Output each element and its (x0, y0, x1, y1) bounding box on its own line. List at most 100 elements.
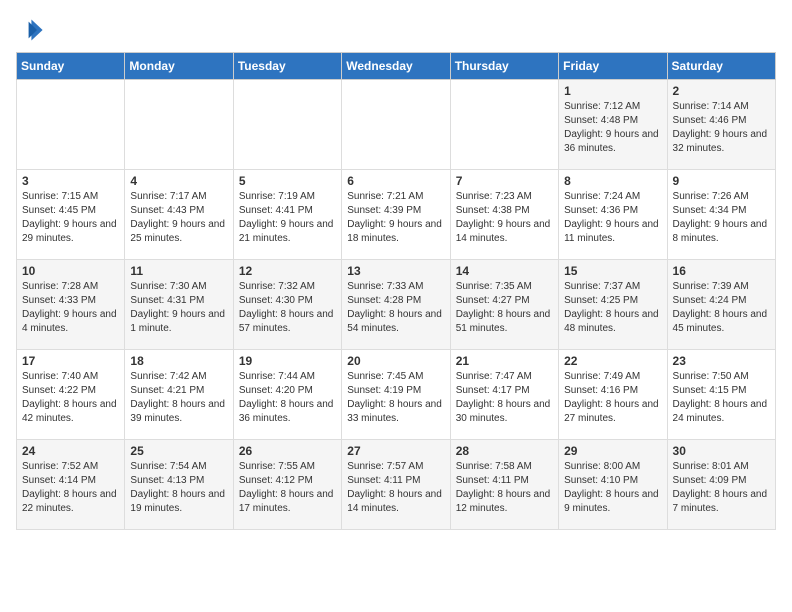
day-cell: 24 Sunrise: 7:52 AM Sunset: 4:14 PM Dayli… (17, 440, 125, 530)
day-number: 18 (130, 354, 227, 368)
day-info: Sunrise: 8:01 AM Sunset: 4:09 PM Dayligh… (673, 460, 770, 516)
day-info: Sunrise: 7:17 AM Sunset: 4:43 PM Dayligh… (130, 190, 227, 246)
weekday-header-friday: Friday (559, 53, 667, 80)
day-number: 1 (564, 84, 661, 98)
day-info: Sunrise: 7:28 AM Sunset: 4:33 PM Dayligh… (22, 280, 119, 336)
day-cell: 8 Sunrise: 7:24 AM Sunset: 4:36 PM Daylig… (559, 170, 667, 260)
day-number: 15 (564, 264, 661, 278)
day-number: 21 (456, 354, 553, 368)
day-cell: 29Sunrise: 8:00 AM Sunset: 4:10 PM Dayli… (559, 440, 667, 530)
day-number: 20 (347, 354, 444, 368)
day-cell: 21 Sunrise: 7:47 AM Sunset: 4:17 PM Dayli… (450, 350, 558, 440)
day-info: Sunrise: 7:32 AM Sunset: 4:30 PM Dayligh… (239, 280, 336, 336)
weekday-header-thursday: Thursday (450, 53, 558, 80)
day-number: 2 (673, 84, 770, 98)
day-cell: 7 Sunrise: 7:23 AM Sunset: 4:38 PM Daylig… (450, 170, 558, 260)
day-cell: 28Sunrise: 7:58 AM Sunset: 4:11 PM Dayli… (450, 440, 558, 530)
day-info: Sunrise: 7:33 AM Sunset: 4:28 PM Dayligh… (347, 280, 444, 336)
day-cell: 13 Sunrise: 7:33 AM Sunset: 4:28 PM Dayli… (342, 260, 450, 350)
day-info: Sunrise: 7:57 AM Sunset: 4:11 PM Dayligh… (347, 460, 444, 516)
day-info: Sunrise: 8:00 AM Sunset: 4:10 PM Dayligh… (564, 460, 661, 516)
weekday-header-monday: Monday (125, 53, 233, 80)
day-cell: 27 Sunrise: 7:57 AM Sunset: 4:11 PM Dayli… (342, 440, 450, 530)
day-info: Sunrise: 7:24 AM Sunset: 4:36 PM Dayligh… (564, 190, 661, 246)
day-info: Sunrise: 7:19 AM Sunset: 4:41 PM Dayligh… (239, 190, 336, 246)
day-info: Sunrise: 7:30 AM Sunset: 4:31 PM Dayligh… (130, 280, 227, 336)
day-cell: 12 Sunrise: 7:32 AM Sunset: 4:30 PM Dayli… (233, 260, 341, 350)
day-cell: 30 Sunrise: 8:01 AM Sunset: 4:09 PM Dayli… (667, 440, 775, 530)
day-number: 13 (347, 264, 444, 278)
logo (16, 16, 48, 44)
day-number: 7 (456, 174, 553, 188)
day-info: Sunrise: 7:39 AM Sunset: 4:24 PM Dayligh… (673, 280, 770, 336)
day-cell: 4 Sunrise: 7:17 AM Sunset: 4:43 PM Daylig… (125, 170, 233, 260)
day-info: Sunrise: 7:58 AM Sunset: 4:11 PM Dayligh… (456, 460, 553, 516)
day-cell: 22 Sunrise: 7:49 AM Sunset: 4:16 PM Dayli… (559, 350, 667, 440)
day-number: 5 (239, 174, 336, 188)
day-number: 10 (22, 264, 119, 278)
day-info: Sunrise: 7:50 AM Sunset: 4:15 PM Dayligh… (673, 370, 770, 426)
day-cell: 3 Sunrise: 7:15 AM Sunset: 4:45 PM Daylig… (17, 170, 125, 260)
day-number: 27 (347, 444, 444, 458)
day-info: Sunrise: 7:12 AM Sunset: 4:48 PM Dayligh… (564, 100, 661, 156)
week-row-5: 24 Sunrise: 7:52 AM Sunset: 4:14 PM Dayli… (17, 440, 776, 530)
day-number: 14 (456, 264, 553, 278)
day-info: Sunrise: 7:40 AM Sunset: 4:22 PM Dayligh… (22, 370, 119, 426)
weekday-header-tuesday: Tuesday (233, 53, 341, 80)
day-cell (342, 80, 450, 170)
day-info: Sunrise: 7:54 AM Sunset: 4:13 PM Dayligh… (130, 460, 227, 516)
day-number: 8 (564, 174, 661, 188)
day-info: Sunrise: 7:23 AM Sunset: 4:38 PM Dayligh… (456, 190, 553, 246)
day-info: Sunrise: 7:15 AM Sunset: 4:45 PM Dayligh… (22, 190, 119, 246)
logo-icon (16, 16, 44, 44)
weekday-header-wednesday: Wednesday (342, 53, 450, 80)
day-number: 16 (673, 264, 770, 278)
day-info: Sunrise: 7:42 AM Sunset: 4:21 PM Dayligh… (130, 370, 227, 426)
day-info: Sunrise: 7:45 AM Sunset: 4:19 PM Dayligh… (347, 370, 444, 426)
day-cell: 1 Sunrise: 7:12 AM Sunset: 4:48 PM Daylig… (559, 80, 667, 170)
day-cell: 25 Sunrise: 7:54 AM Sunset: 4:13 PM Dayli… (125, 440, 233, 530)
day-cell (233, 80, 341, 170)
day-cell: 17 Sunrise: 7:40 AM Sunset: 4:22 PM Dayli… (17, 350, 125, 440)
day-number: 24 (22, 444, 119, 458)
week-row-4: 17 Sunrise: 7:40 AM Sunset: 4:22 PM Dayli… (17, 350, 776, 440)
day-number: 9 (673, 174, 770, 188)
day-cell: 5 Sunrise: 7:19 AM Sunset: 4:41 PM Daylig… (233, 170, 341, 260)
day-number: 11 (130, 264, 227, 278)
day-cell: 20 Sunrise: 7:45 AM Sunset: 4:19 PM Dayli… (342, 350, 450, 440)
day-cell: 16 Sunrise: 7:39 AM Sunset: 4:24 PM Dayli… (667, 260, 775, 350)
day-info: Sunrise: 7:26 AM Sunset: 4:34 PM Dayligh… (673, 190, 770, 246)
day-cell: 26 Sunrise: 7:55 AM Sunset: 4:12 PM Dayli… (233, 440, 341, 530)
day-cell: 19 Sunrise: 7:44 AM Sunset: 4:20 PM Dayli… (233, 350, 341, 440)
day-info: Sunrise: 7:49 AM Sunset: 4:16 PM Dayligh… (564, 370, 661, 426)
day-number: 3 (22, 174, 119, 188)
day-number: 12 (239, 264, 336, 278)
day-cell: 14 Sunrise: 7:35 AM Sunset: 4:27 PM Dayli… (450, 260, 558, 350)
day-number: 4 (130, 174, 227, 188)
day-cell: 15Sunrise: 7:37 AM Sunset: 4:25 PM Dayli… (559, 260, 667, 350)
day-info: Sunrise: 7:55 AM Sunset: 4:12 PM Dayligh… (239, 460, 336, 516)
day-number: 19 (239, 354, 336, 368)
calendar-table: SundayMondayTuesdayWednesdayThursdayFrid… (16, 52, 776, 530)
day-cell (125, 80, 233, 170)
day-number: 30 (673, 444, 770, 458)
day-info: Sunrise: 7:47 AM Sunset: 4:17 PM Dayligh… (456, 370, 553, 426)
day-number: 6 (347, 174, 444, 188)
day-number: 26 (239, 444, 336, 458)
day-info: Sunrise: 7:44 AM Sunset: 4:20 PM Dayligh… (239, 370, 336, 426)
header (16, 16, 776, 44)
day-info: Sunrise: 7:52 AM Sunset: 4:14 PM Dayligh… (22, 460, 119, 516)
day-number: 23 (673, 354, 770, 368)
day-info: Sunrise: 7:21 AM Sunset: 4:39 PM Dayligh… (347, 190, 444, 246)
day-cell: 23 Sunrise: 7:50 AM Sunset: 4:15 PM Dayli… (667, 350, 775, 440)
day-cell: 6 Sunrise: 7:21 AM Sunset: 4:39 PM Daylig… (342, 170, 450, 260)
day-cell (17, 80, 125, 170)
week-row-1: 1 Sunrise: 7:12 AM Sunset: 4:48 PM Daylig… (17, 80, 776, 170)
day-info: Sunrise: 7:35 AM Sunset: 4:27 PM Dayligh… (456, 280, 553, 336)
day-cell: 10 Sunrise: 7:28 AM Sunset: 4:33 PM Dayli… (17, 260, 125, 350)
weekday-header-saturday: Saturday (667, 53, 775, 80)
day-number: 25 (130, 444, 227, 458)
day-cell: 9 Sunrise: 7:26 AM Sunset: 4:34 PM Daylig… (667, 170, 775, 260)
day-number: 17 (22, 354, 119, 368)
day-number: 22 (564, 354, 661, 368)
